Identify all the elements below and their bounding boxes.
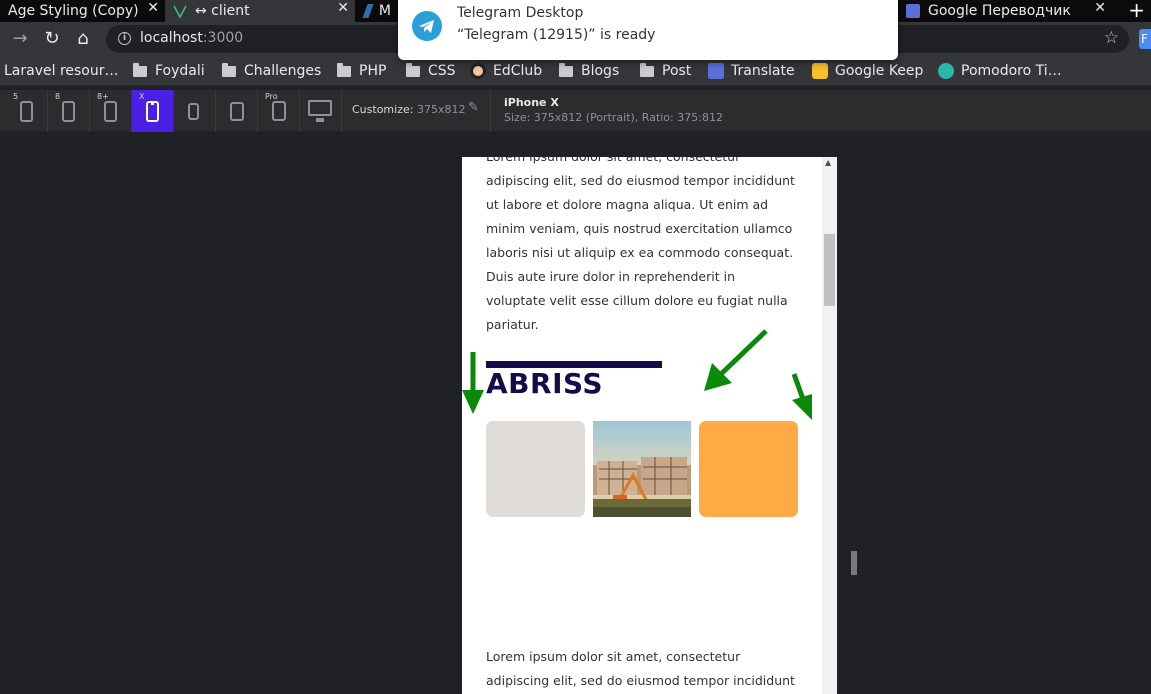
device-tablet[interactable] — [216, 90, 258, 132]
device-desktop[interactable] — [300, 90, 342, 132]
scroll-up-icon[interactable]: ▲ — [825, 158, 831, 167]
bookmark-post[interactable]: Post — [640, 62, 691, 80]
emulated-viewport[interactable]: Lorem ipsum dolor sit amet, consectetur … — [462, 157, 837, 694]
bookmark-css[interactable]: CSS — [406, 62, 456, 80]
bookmark-blogs[interactable]: Blogs — [559, 62, 619, 80]
device-iphone-5[interactable]: 5 — [6, 90, 48, 132]
arrow-diagonal-icon — [704, 329, 768, 391]
device-info: Size: 375x812 (Portrait), Ratio: 375:812 — [504, 111, 723, 124]
keep-icon — [812, 63, 828, 79]
phone-icon — [104, 101, 117, 122]
scrollbar-thumb[interactable] — [824, 234, 835, 306]
bookmarks-bar: Laravel resour… Foydali Challenges PHP C… — [0, 56, 1151, 86]
device-toolbar: 5 8 8+ X Pro Customize: 375x812 ✎ iPhone… — [0, 90, 1151, 132]
home-icon[interactable]: ⌂ — [72, 28, 94, 50]
vue-icon — [173, 4, 187, 19]
device-iphone-x[interactable]: X — [132, 90, 174, 132]
arrow-down-icon — [462, 352, 484, 414]
bookmark-translate[interactable]: Translate — [708, 62, 795, 80]
bookmark-google-keep[interactable]: Google Keep — [812, 62, 923, 80]
close-icon[interactable]: ✕ — [337, 0, 349, 16]
tab-title: Google Переводчик — [928, 3, 1071, 19]
gallery-card-photo[interactable] — [593, 421, 691, 517]
tab-favicon-icon — [362, 4, 374, 18]
tab-title: Age Styling (Copy) — [8, 3, 139, 19]
forward-icon[interactable]: → — [9, 28, 31, 50]
tab-title: ↔ client — [195, 3, 250, 19]
translate-icon — [906, 4, 920, 18]
folder-icon — [337, 62, 351, 77]
construction-photo — [593, 421, 691, 517]
device-iphone-8-plus[interactable]: 8+ — [90, 90, 132, 132]
divider — [490, 90, 491, 132]
pomodoro-icon — [938, 63, 954, 79]
tablet-icon — [272, 101, 286, 121]
arrow-down-right-icon — [791, 373, 812, 420]
device-name: iPhone X — [504, 96, 559, 109]
bookmark-php[interactable]: PHP — [337, 62, 386, 80]
reload-icon[interactable]: ↻ — [41, 28, 63, 50]
phone-icon — [188, 103, 199, 120]
folder-icon — [133, 62, 147, 77]
device-ipad-pro[interactable]: Pro — [258, 90, 300, 132]
notification-message: “Telegram (12915)” is ready — [457, 27, 656, 43]
bookmark-star-icon[interactable]: ☆ — [1104, 28, 1119, 48]
resize-handle[interactable] — [851, 551, 857, 575]
gallery-card-orange[interactable] — [699, 421, 798, 517]
tab-client[interactable]: ↔ client ✕ — [165, 0, 355, 22]
phone-icon — [20, 101, 33, 122]
device-android[interactable] — [174, 90, 216, 132]
folder-icon — [559, 62, 573, 77]
device-iphone-8[interactable]: 8 — [48, 90, 90, 132]
bookmark-challenges[interactable]: Challenges — [222, 62, 321, 80]
edit-icon[interactable]: ✎ — [468, 100, 479, 115]
gallery-card-placeholder[interactable] — [486, 421, 585, 517]
tab-google-translate[interactable]: Google Переводчик ✕ — [898, 0, 1112, 22]
tablet-icon — [230, 102, 244, 121]
phone-icon — [62, 101, 75, 122]
telegram-notification[interactable]: Telegram Desktop “Telegram (12915)” is r… — [398, 0, 898, 60]
telegram-icon — [412, 11, 442, 41]
extension-icon[interactable]: F — [1139, 29, 1151, 49]
customize-label: Customize: 375x812 — [352, 103, 466, 116]
info-icon[interactable]: i — [118, 32, 131, 45]
tab-m[interactable]: M — [357, 0, 399, 22]
folder-icon — [222, 62, 236, 77]
translate-icon — [708, 63, 724, 79]
tab-age-styling[interactable]: Age Styling (Copy) ✕ — [0, 0, 165, 22]
tab-title: M — [378, 3, 391, 19]
close-icon[interactable]: ✕ — [1094, 0, 1106, 16]
phone-icon — [146, 101, 159, 122]
body-paragraph: Lorem ipsum dolor sit amet, consectetur … — [486, 649, 795, 688]
bookmark-edclub[interactable]: EdClub — [470, 62, 542, 80]
monitor-icon — [308, 100, 332, 122]
folder-icon — [640, 62, 654, 77]
body-paragraph: Lorem ipsum dolor sit amet, consectetur … — [486, 157, 795, 332]
bookmark-foydali[interactable]: Foydali — [133, 62, 205, 80]
close-icon[interactable]: ✕ — [147, 0, 159, 16]
bookmark-pomodoro[interactable]: Pomodoro Ti… — [938, 62, 1062, 80]
new-tab-button[interactable]: + — [1128, 0, 1145, 22]
notification-title: Telegram Desktop — [457, 5, 584, 21]
edclub-icon — [470, 63, 486, 79]
folder-icon — [406, 62, 420, 77]
bookmark-laravel[interactable]: Laravel resour… — [4, 62, 119, 80]
url-text: localhost:3000 — [140, 30, 244, 46]
section-heading: ABRISS — [486, 367, 604, 400]
